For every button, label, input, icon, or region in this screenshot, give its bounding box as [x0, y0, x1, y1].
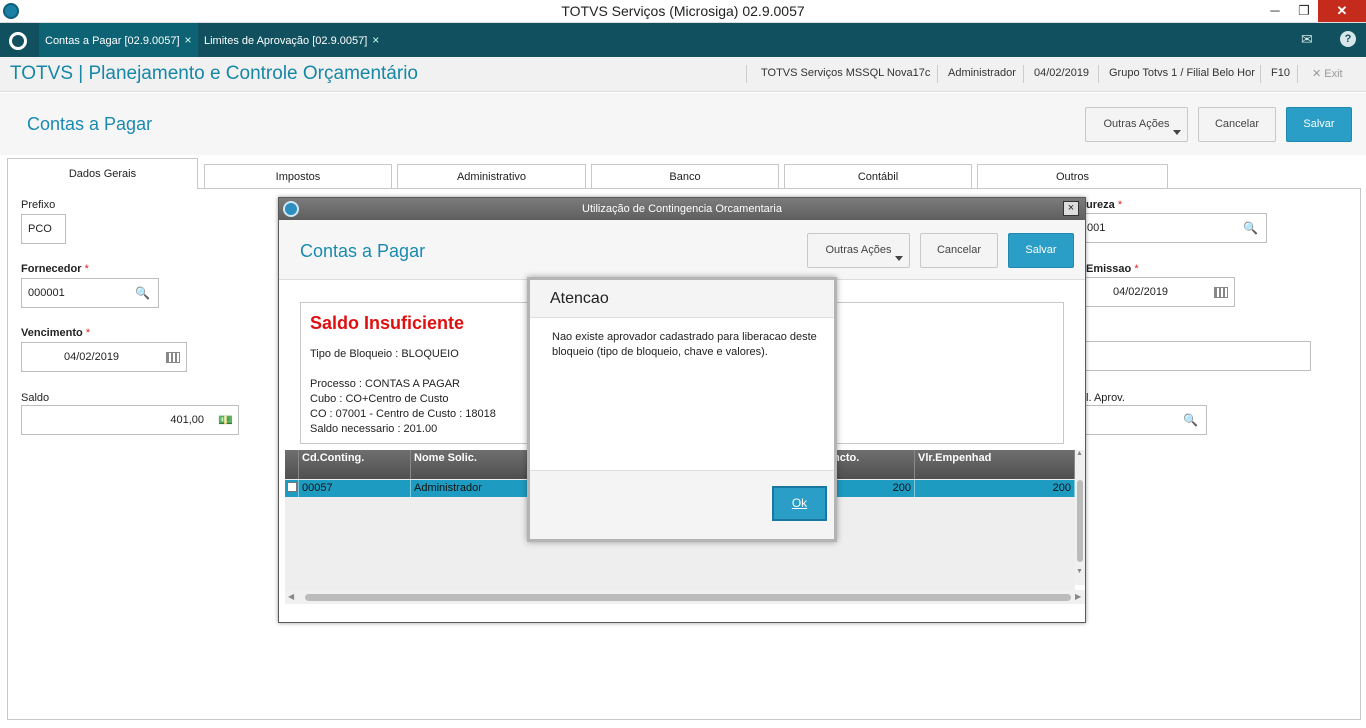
date-info[interactable]: 04/02/2019 — [1034, 67, 1089, 79]
folder-impostos[interactable]: Impostos — [204, 164, 392, 188]
search-icon[interactable]: 🔍 — [1243, 214, 1258, 242]
tab-label: Contas a Pagar [02.9.0057] — [45, 35, 180, 47]
natureza-label: ureza * — [1086, 199, 1123, 211]
vertical-scroll-thumb[interactable] — [1077, 480, 1083, 562]
grid-header[interactable]: ncto. — [830, 450, 915, 479]
folder-outros[interactable]: Outros — [977, 164, 1168, 188]
grid-header-checkbox — [285, 450, 299, 479]
scroll-up-icon[interactable]: ▲ — [1076, 450, 1083, 457]
page-title: Contas a Pagar — [27, 114, 153, 134]
search-icon[interactable]: 🔍 — [135, 279, 150, 307]
grid-header[interactable]: Nome Solic. — [411, 450, 535, 479]
horizontal-scrollbar[interactable]: ◀ ▶ — [285, 590, 1085, 604]
grid-header[interactable]: Vlr.Empenhad — [915, 450, 1075, 479]
exit-button[interactable]: ✕ Exit — [1312, 67, 1343, 80]
saldo-label: Saldo — [21, 392, 50, 404]
chevron-down-icon — [1173, 130, 1181, 135]
panel-line: Processo : CONTAS A PAGAR — [310, 378, 460, 390]
panel-line: Tipo de Bloqueio : BLOQUEIO — [310, 348, 459, 360]
branch-info[interactable]: Grupo Totvs 1 / Filial Belo Hor — [1109, 67, 1255, 79]
dialog-titlebar: Utilização de Contingencia Orcamentaria … — [279, 198, 1085, 220]
aprov-label: l. Aprov. — [1086, 392, 1125, 404]
scroll-left-icon[interactable]: ◀ — [288, 592, 294, 601]
scroll-right-icon[interactable]: ▶ — [1075, 592, 1081, 601]
cancel-button[interactable]: Cancelar — [1198, 107, 1276, 142]
app-header: TOTVS | Planejamento e Controle Orçament… — [0, 57, 1366, 92]
user-info[interactable]: Administrador — [948, 67, 1016, 79]
close-tab-icon[interactable]: × — [185, 33, 192, 47]
atencao-footer: Ok — [530, 470, 834, 539]
totvs-logo-icon[interactable] — [9, 32, 27, 50]
grid-cell[interactable]: 00057 — [299, 480, 411, 497]
folder-contabil[interactable]: Contábil — [784, 164, 972, 188]
chevron-down-icon — [895, 256, 903, 261]
folder-administrativo[interactable]: Administrativo — [397, 164, 586, 188]
close-icon[interactable]: × — [1063, 201, 1079, 216]
cancel-button[interactable]: Cancelar — [920, 233, 998, 268]
document-tabbar: Contas a Pagar [02.9.0057] × Limites de A… — [0, 23, 1366, 57]
window-title: TOTVS Serviços (Microsiga) 02.9.0057 — [561, 3, 805, 19]
empty-field[interactable] — [1080, 341, 1311, 371]
fornecedor-label: Fornecedor * — [21, 263, 89, 275]
other-actions-button[interactable]: Outras Ações — [1085, 107, 1188, 142]
prefixo-input[interactable]: PCO — [21, 214, 66, 244]
tab-label: Limites de Aprovação [02.9.0057] — [204, 35, 368, 47]
emissao-label: Emissao * — [1086, 263, 1139, 275]
close-window-button[interactable]: ✕ — [1318, 0, 1366, 22]
minimize-button[interactable]: ─ — [1260, 0, 1290, 22]
dialog-header: Contas a Pagar Outras Ações Cancelar Sal… — [279, 220, 1085, 280]
atencao-title: Atencao — [530, 280, 834, 318]
server-info[interactable]: TOTVS Serviços MSSQL Nova17c — [761, 67, 930, 79]
calendar-icon[interactable] — [166, 352, 180, 363]
folder-dados-gerais[interactable]: Dados Gerais — [7, 158, 198, 189]
scroll-down-icon[interactable]: ▼ — [1076, 568, 1083, 575]
calendar-icon[interactable] — [1214, 287, 1228, 298]
restore-button[interactable]: ❐ — [1289, 0, 1319, 22]
vencimento-input[interactable]: 04/02/2019 — [21, 342, 187, 372]
fornecedor-input[interactable]: 000001 🔍 — [21, 278, 159, 308]
panel-line: CO : 07001 - Centro de Custo : 18018 — [310, 408, 496, 420]
close-icon: ✕ — [1312, 68, 1322, 80]
grid-header[interactable]: Cd.Conting. — [299, 450, 411, 479]
save-button[interactable]: Salvar — [1286, 107, 1352, 142]
help-icon[interactable]: ? — [1340, 31, 1356, 47]
mail-icon[interactable]: ✉ — [1301, 31, 1313, 48]
ok-button[interactable]: Ok — [772, 486, 827, 521]
shortcut-f10[interactable]: F10 — [1271, 67, 1290, 79]
panel-line: Cubo : CO+Centro de Custo — [310, 393, 449, 405]
search-icon[interactable]: 🔍 — [1183, 406, 1198, 434]
folder-banco[interactable]: Banco — [591, 164, 779, 188]
app-icon — [283, 201, 299, 217]
atencao-dialog: Atencao Nao existe aprovador cadastrado … — [527, 277, 837, 542]
grid-cell[interactable]: 200 — [915, 480, 1075, 497]
saldo-input[interactable]: 401,00 💵 — [21, 405, 239, 435]
natureza-input[interactable]: 001 🔍 — [1080, 213, 1267, 243]
dialog-page-title: Contas a Pagar — [300, 241, 426, 261]
close-tab-icon[interactable]: × — [372, 33, 379, 47]
vertical-scrollbar[interactable]: ▲ ▼ — [1075, 450, 1085, 585]
row-checkbox[interactable] — [287, 482, 297, 492]
money-icon: 💵 — [218, 413, 233, 427]
dialog-title: Utilização de Contingencia Orcamentaria — [582, 203, 782, 215]
other-actions-button[interactable]: Outras Ações — [807, 233, 910, 268]
panel-line: Saldo necessario : 201.00 — [310, 423, 438, 435]
app-brand-title: TOTVS | Planejamento e Controle Orçament… — [10, 63, 418, 84]
tab-contas-a-pagar[interactable]: Contas a Pagar [02.9.0057] × — [39, 23, 198, 57]
saldo-heading: Saldo Insuficiente — [310, 313, 465, 333]
save-button[interactable]: Salvar — [1008, 233, 1074, 268]
horizontal-scroll-thumb[interactable] — [305, 594, 1071, 601]
aprov-input[interactable]: 🔍 — [1080, 405, 1207, 435]
atencao-message: Nao existe aprovador cadastrado para lib… — [552, 331, 817, 358]
emissao-input[interactable]: 04/02/2019 — [1080, 277, 1235, 307]
vencimento-label: Vencimento * — [21, 327, 91, 339]
grid-cell[interactable]: 200 — [830, 480, 915, 497]
tab-limites-de-aprovacao[interactable]: Limites de Aprovação [02.9.0057] × — [198, 23, 385, 57]
prefixo-label: Prefixo — [21, 199, 56, 211]
page-header: Contas a Pagar Outras Ações Cancelar Sal… — [0, 93, 1366, 155]
window-titlebar: TOTVS Serviços (Microsiga) 02.9.0057 ─ ❐… — [0, 0, 1366, 23]
